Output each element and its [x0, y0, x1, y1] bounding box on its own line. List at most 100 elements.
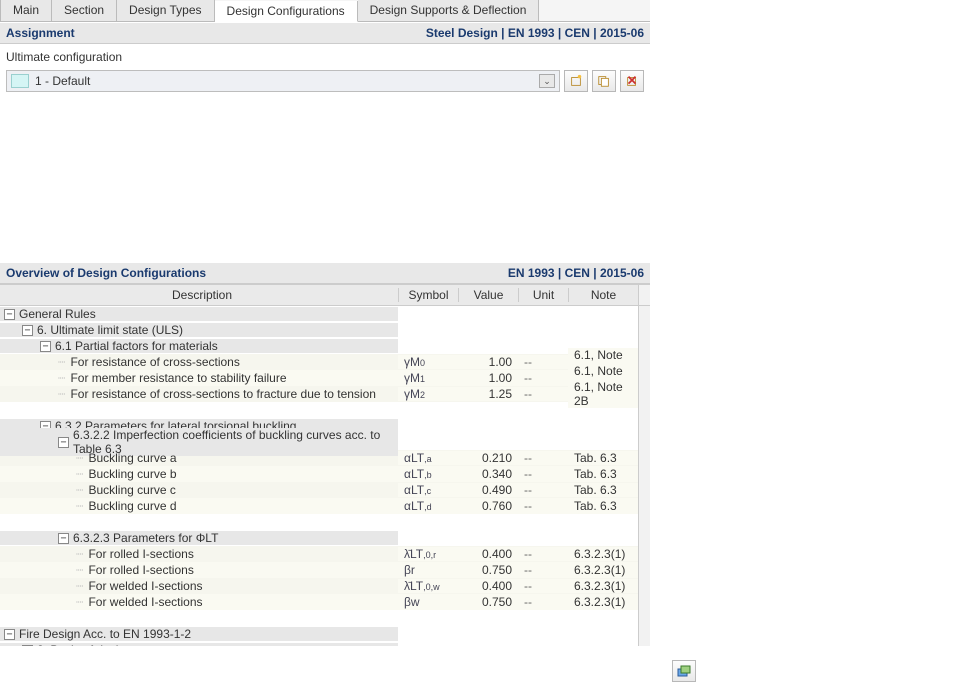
row-unit: -- — [518, 451, 568, 465]
row-note: 6.3.2.3(1) — [568, 595, 638, 609]
row-symbol: αLT,b — [398, 467, 458, 481]
row-description: ┈ Buckling curve a — [0, 451, 398, 465]
tree-row[interactable]: ┈ Buckling curve cαLT,c0.490--Tab. 6.3 — [0, 482, 650, 498]
row-value[interactable]: 0.750 — [458, 595, 518, 609]
row-description: ┈ For resistance of cross-sections — [0, 355, 398, 369]
tree-group[interactable]: −6.3.2.3 Parameters for ΦLT — [0, 530, 650, 546]
tree-row[interactable]: ┈ Buckling curve bαLT,b0.340--Tab. 6.3 — [0, 466, 650, 482]
copy-config-button[interactable] — [592, 70, 616, 92]
tab-design-supports[interactable]: Design Supports & Deflection — [358, 0, 540, 21]
tree-row[interactable]: ┈ For rolled I-sectionsβr0.750--6.3.2.3(… — [0, 562, 650, 578]
row-description: − 2. Basis of design — [0, 643, 398, 646]
row-value[interactable]: 0.210 — [458, 451, 518, 465]
row-note: Tab. 6.3 — [568, 499, 638, 513]
row-value[interactable]: 0.400 — [458, 579, 518, 593]
collapse-toggle[interactable]: − — [4, 629, 15, 640]
side-tool-button[interactable] — [672, 660, 696, 682]
tree-row[interactable]: ┈ For welded I-sectionsλ̄LT,0,w0.400--6.… — [0, 578, 650, 594]
col-value[interactable]: Value — [458, 288, 518, 302]
tree-group[interactable]: −6.1 Partial factors for materials — [0, 338, 650, 354]
tree-group[interactable]: −6.3.2.2 Imperfection coefficients of bu… — [0, 434, 650, 450]
row-description: −6.3.2.3 Parameters for ΦLT — [0, 531, 398, 545]
row-unit: -- — [518, 387, 568, 401]
vertical-scrollbar[interactable] — [638, 306, 650, 646]
collapse-toggle[interactable]: − — [58, 437, 69, 448]
row-description: −6. Ultimate limit state (ULS) — [0, 323, 398, 337]
tree-row[interactable]: ┈ For member resistance to stability fai… — [0, 370, 650, 386]
tree-row[interactable]: ┈ For resistance of cross-sections to fr… — [0, 386, 650, 402]
tree-row[interactable]: ┈ For rolled I-sectionsλ̄LT,0,r0.400--6.… — [0, 546, 650, 562]
scrollbar-gutter[interactable] — [638, 285, 650, 305]
row-symbol: λ̄LT,0,w — [398, 579, 458, 593]
tree-row[interactable]: ┈ Buckling curve aαLT,a0.210--Tab. 6.3 — [0, 450, 650, 466]
config-tree[interactable]: −General Rules−6. Ultimate limit state (… — [0, 306, 650, 646]
tab-section[interactable]: Section — [52, 0, 117, 21]
collapse-toggle[interactable]: − — [22, 645, 33, 647]
row-unit: -- — [518, 579, 568, 593]
new-config-button[interactable] — [564, 70, 588, 92]
row-symbol: λ̄LT,0,r — [398, 547, 458, 561]
col-note[interactable]: Note — [568, 288, 638, 302]
row-note: 6.1, Note 2B — [568, 380, 638, 408]
delete-config-button[interactable] — [620, 70, 644, 92]
collapse-toggle[interactable]: − — [40, 341, 51, 352]
row-value[interactable]: 1.00 — [458, 371, 518, 385]
row-label: For rolled I-sections — [88, 563, 193, 577]
tree-group[interactable]: − 2. Basis of design — [0, 642, 650, 646]
collapse-toggle[interactable]: − — [58, 533, 69, 544]
col-unit[interactable]: Unit — [518, 288, 568, 302]
tree-row[interactable]: ┈ For welded I-sectionsβw0.750--6.3.2.3(… — [0, 594, 650, 610]
row-note: Tab. 6.3 — [568, 467, 638, 481]
row-symbol: γM2 — [398, 387, 458, 401]
row-label: Buckling curve c — [88, 483, 175, 497]
assignment-meta: Steel Design | EN 1993 | CEN | 2015-06 — [426, 26, 644, 40]
row-label: 2. Basis of design — [37, 643, 132, 646]
tree-group[interactable]: −6. Ultimate limit state (ULS) — [0, 322, 650, 338]
row-value[interactable]: 1.25 — [458, 387, 518, 401]
col-description[interactable]: Description — [0, 288, 398, 302]
tab-design-types[interactable]: Design Types — [117, 0, 215, 21]
row-symbol: αLT,a — [398, 451, 458, 465]
table-header: Description Symbol Value Unit Note — [0, 284, 650, 306]
row-description: ┈ For rolled I-sections — [0, 563, 398, 577]
overview-header: Overview of Design Configurations EN 199… — [0, 262, 650, 284]
tab-main[interactable]: Main — [0, 0, 52, 21]
row-description: ┈ For member resistance to stability fai… — [0, 371, 398, 385]
tree-row[interactable]: ┈ For resistance of cross-sectionsγM01.0… — [0, 354, 650, 370]
tab-design-configurations[interactable]: Design Configurations — [215, 1, 358, 22]
col-symbol[interactable]: Symbol — [398, 288, 458, 302]
tree-group[interactable]: −Fire Design Acc. to EN 1993-1-2 — [0, 626, 650, 642]
row-symbol: βw — [398, 595, 458, 609]
row-label: Buckling curve b — [88, 467, 176, 481]
config-dropdown[interactable]: 1 - Default ⌄ — [6, 70, 560, 92]
row-value[interactable]: 0.490 — [458, 483, 518, 497]
row-value[interactable]: 1.00 — [458, 355, 518, 369]
row-unit: -- — [518, 371, 568, 385]
collapse-toggle[interactable]: − — [22, 325, 33, 336]
row-unit: -- — [518, 563, 568, 577]
row-value[interactable]: 0.340 — [458, 467, 518, 481]
collapse-toggle[interactable]: − — [4, 309, 15, 320]
tree-group[interactable]: −General Rules — [0, 306, 650, 322]
row-label: Buckling curve d — [88, 499, 176, 513]
row-note: Tab. 6.3 — [568, 451, 638, 465]
row-unit: -- — [518, 467, 568, 481]
row-value[interactable]: 0.400 — [458, 547, 518, 561]
row-label: For welded I-sections — [88, 579, 202, 593]
row-note: Tab. 6.3 — [568, 483, 638, 497]
assignment-header: Assignment Steel Design | EN 1993 | CEN … — [0, 22, 650, 44]
tree-row[interactable]: ┈ Buckling curve dαLT,d0.760--Tab. 6.3 — [0, 498, 650, 514]
row-note: 6.3.2.3(1) — [568, 579, 638, 593]
row-label: Buckling curve a — [88, 451, 176, 465]
row-value[interactable]: 0.760 — [458, 499, 518, 513]
row-description: −6.1 Partial factors for materials — [0, 339, 398, 353]
chevron-down-icon[interactable]: ⌄ — [539, 74, 555, 88]
row-description: ┈ Buckling curve d — [0, 499, 398, 513]
row-note: 6.3.2.3(1) — [568, 547, 638, 561]
row-label: General Rules — [19, 307, 96, 321]
row-description: ┈ For resistance of cross-sections to fr… — [0, 387, 398, 401]
row-note: 6.3.2.3(1) — [568, 563, 638, 577]
row-value[interactable]: 0.750 — [458, 563, 518, 577]
row-label: 6.3.2.3 Parameters for ΦLT — [73, 531, 218, 545]
delete-config-icon — [625, 74, 639, 88]
